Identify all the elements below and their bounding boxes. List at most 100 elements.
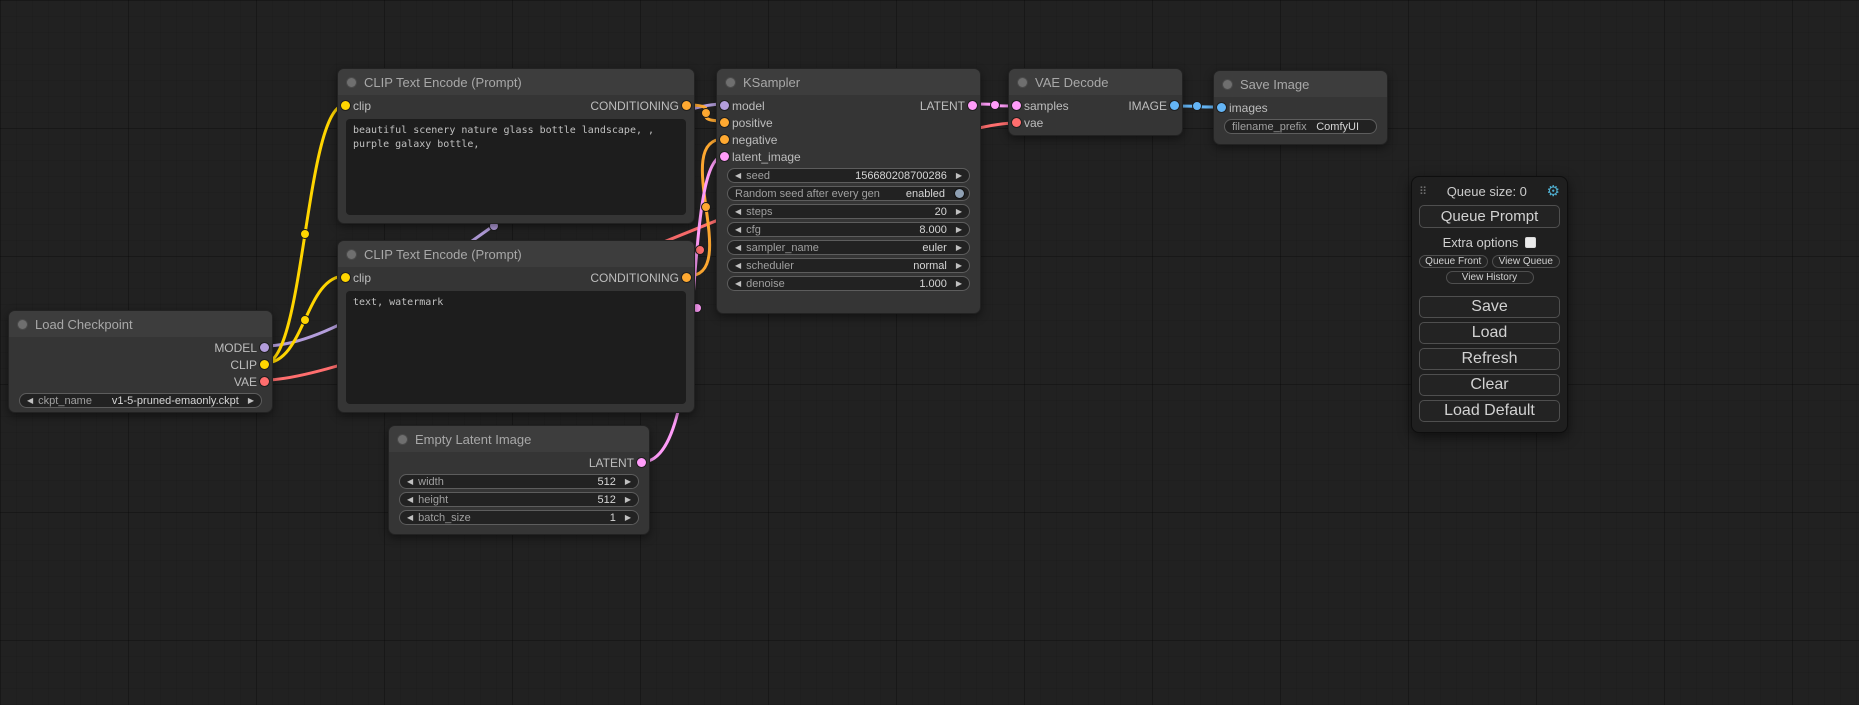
view-history-button[interactable]: View History [1446, 271, 1534, 284]
input-port-vae[interactable] [1012, 118, 1021, 127]
increment-arrow-icon[interactable]: ▶ [956, 208, 962, 216]
clear-button[interactable]: Clear [1419, 374, 1560, 396]
decrement-arrow-icon[interactable]: ◀ [735, 208, 741, 216]
view-queue-button[interactable]: View Queue [1492, 255, 1561, 268]
collapse-dot-icon[interactable] [398, 435, 407, 444]
decrement-arrow-icon[interactable]: ◀ [407, 514, 413, 522]
increment-arrow-icon[interactable]: ▶ [956, 172, 962, 180]
node-title-bar[interactable]: CLIP Text Encode (Prompt) [338, 69, 694, 95]
collapse-dot-icon[interactable] [347, 250, 356, 259]
output-port-image[interactable] [1170, 101, 1179, 110]
input-port-positive[interactable] [720, 118, 729, 127]
increment-arrow-icon[interactable]: ▶ [625, 514, 631, 522]
increment-arrow-icon[interactable]: ▶ [956, 262, 962, 270]
decrement-arrow-icon[interactable]: ◀ [735, 262, 741, 270]
graph-canvas[interactable]: Load Checkpoint MODEL CLIP VAE ◀ ckpt_na… [0, 0, 1859, 705]
input-port-samples[interactable] [1012, 101, 1021, 110]
queue-front-button[interactable]: Queue Front [1419, 255, 1488, 268]
input-port-clip[interactable] [341, 101, 350, 110]
collapse-dot-icon[interactable] [347, 78, 356, 87]
widget-height[interactable]: ◀ height 512 ▶ [399, 492, 639, 507]
node-ksampler[interactable]: KSampler model LATENT positive negative … [716, 68, 981, 314]
decrement-arrow-icon[interactable]: ◀ [735, 244, 741, 252]
input-label: positive [732, 116, 773, 130]
node-vae-decode[interactable]: VAE Decode samples IMAGE vae [1008, 68, 1183, 136]
extra-options-label: Extra options [1443, 235, 1519, 250]
output-port-conditioning[interactable] [682, 101, 691, 110]
prompt-text-input[interactable]: beautiful scenery nature glass bottle la… [346, 119, 686, 215]
input-port-model[interactable] [720, 101, 729, 110]
node-clip-text-encode-negative[interactable]: CLIP Text Encode (Prompt) clip CONDITION… [337, 240, 695, 413]
collapse-dot-icon[interactable] [18, 320, 27, 329]
decrement-arrow-icon[interactable]: ◀ [407, 478, 413, 486]
node-title-bar[interactable]: Load Checkpoint [9, 311, 272, 337]
increment-arrow-icon[interactable]: ▶ [625, 496, 631, 504]
link-midpoint-dot [1193, 102, 1202, 111]
collapse-dot-icon[interactable] [1223, 80, 1232, 89]
output-label: CONDITIONING [590, 271, 679, 285]
widget-value: normal [913, 260, 947, 272]
save-button[interactable]: Save [1419, 296, 1560, 318]
widget-steps[interactable]: ◀ steps 20 ▶ [727, 204, 970, 219]
extra-options-checkbox[interactable] [1525, 237, 1536, 248]
load-default-button[interactable]: Load Default [1419, 400, 1560, 422]
output-port-latent[interactable] [968, 101, 977, 110]
widget-sampler-name[interactable]: ◀ sampler_name euler ▶ [727, 240, 970, 255]
prompt-text-input[interactable]: text, watermark [346, 291, 686, 404]
widget-value: enabled [906, 188, 945, 200]
widget-value: 156680208700286 [855, 170, 947, 182]
widget-filename-prefix[interactable]: filename_prefix ComfyUI [1224, 119, 1377, 134]
widget-denoise[interactable]: ◀ denoise 1.000 ▶ [727, 276, 970, 291]
input-port-clip[interactable] [341, 273, 350, 282]
widget-seed[interactable]: ◀ seed 156680208700286 ▶ [727, 168, 970, 183]
output-port-latent[interactable] [637, 458, 646, 467]
decrement-arrow-icon[interactable]: ◀ [27, 397, 33, 405]
toggle-knob-icon[interactable] [955, 189, 964, 198]
node-save-image[interactable]: Save Image images filename_prefix ComfyU… [1213, 70, 1388, 145]
widget-name: batch_size [418, 512, 471, 524]
node-title-bar[interactable]: Save Image [1214, 71, 1387, 97]
node-title: VAE Decode [1035, 75, 1108, 90]
refresh-button[interactable]: Refresh [1419, 348, 1560, 370]
increment-arrow-icon[interactable]: ▶ [956, 226, 962, 234]
increment-arrow-icon[interactable]: ▶ [956, 280, 962, 288]
widget-random-seed-toggle[interactable]: Random seed after every gen enabled [727, 186, 970, 201]
widget-value: 512 [597, 494, 615, 506]
output-port-clip[interactable] [260, 360, 269, 369]
node-title-bar[interactable]: VAE Decode [1009, 69, 1182, 95]
decrement-arrow-icon[interactable]: ◀ [735, 280, 741, 288]
increment-arrow-icon[interactable]: ▶ [625, 478, 631, 486]
settings-gear-icon[interactable]: ⚙ [1547, 184, 1560, 199]
collapse-dot-icon[interactable] [1018, 78, 1027, 87]
queue-prompt-button[interactable]: Queue Prompt [1419, 205, 1560, 228]
collapse-dot-icon[interactable] [726, 78, 735, 87]
widget-scheduler[interactable]: ◀ scheduler normal ▶ [727, 258, 970, 273]
output-port-model[interactable] [260, 343, 269, 352]
increment-arrow-icon[interactable]: ▶ [956, 244, 962, 252]
extra-options-row: Extra options [1419, 234, 1560, 250]
input-port-images[interactable] [1217, 103, 1226, 112]
increment-arrow-icon[interactable]: ▶ [248, 397, 254, 405]
widget-value: 1 [610, 512, 616, 524]
input-label: negative [732, 133, 777, 147]
widget-width[interactable]: ◀ width 512 ▶ [399, 474, 639, 489]
input-port-latent-image[interactable] [720, 152, 729, 161]
widget-batch-size[interactable]: ◀ batch_size 1 ▶ [399, 510, 639, 525]
decrement-arrow-icon[interactable]: ◀ [735, 226, 741, 234]
widget-cfg[interactable]: ◀ cfg 8.000 ▶ [727, 222, 970, 237]
input-port-negative[interactable] [720, 135, 729, 144]
node-title-bar[interactable]: CLIP Text Encode (Prompt) [338, 241, 694, 267]
node-load-checkpoint[interactable]: Load Checkpoint MODEL CLIP VAE ◀ ckpt_na… [8, 310, 273, 413]
output-label: LATENT [589, 456, 634, 470]
node-clip-text-encode-positive[interactable]: CLIP Text Encode (Prompt) clip CONDITION… [337, 68, 695, 224]
output-port-conditioning[interactable] [682, 273, 691, 282]
load-button[interactable]: Load [1419, 322, 1560, 344]
decrement-arrow-icon[interactable]: ◀ [735, 172, 741, 180]
node-title-bar[interactable]: Empty Latent Image [389, 426, 649, 452]
node-empty-latent-image[interactable]: Empty Latent Image LATENT ◀ width 512 ▶ … [388, 425, 650, 535]
widget-ckpt-name[interactable]: ◀ ckpt_name v1-5-pruned-emaonly.ckpt ▶ [19, 393, 262, 408]
drag-handle-icon[interactable]: ⠿ [1419, 185, 1427, 198]
decrement-arrow-icon[interactable]: ◀ [407, 496, 413, 504]
output-port-vae[interactable] [260, 377, 269, 386]
node-title-bar[interactable]: KSampler [717, 69, 980, 95]
